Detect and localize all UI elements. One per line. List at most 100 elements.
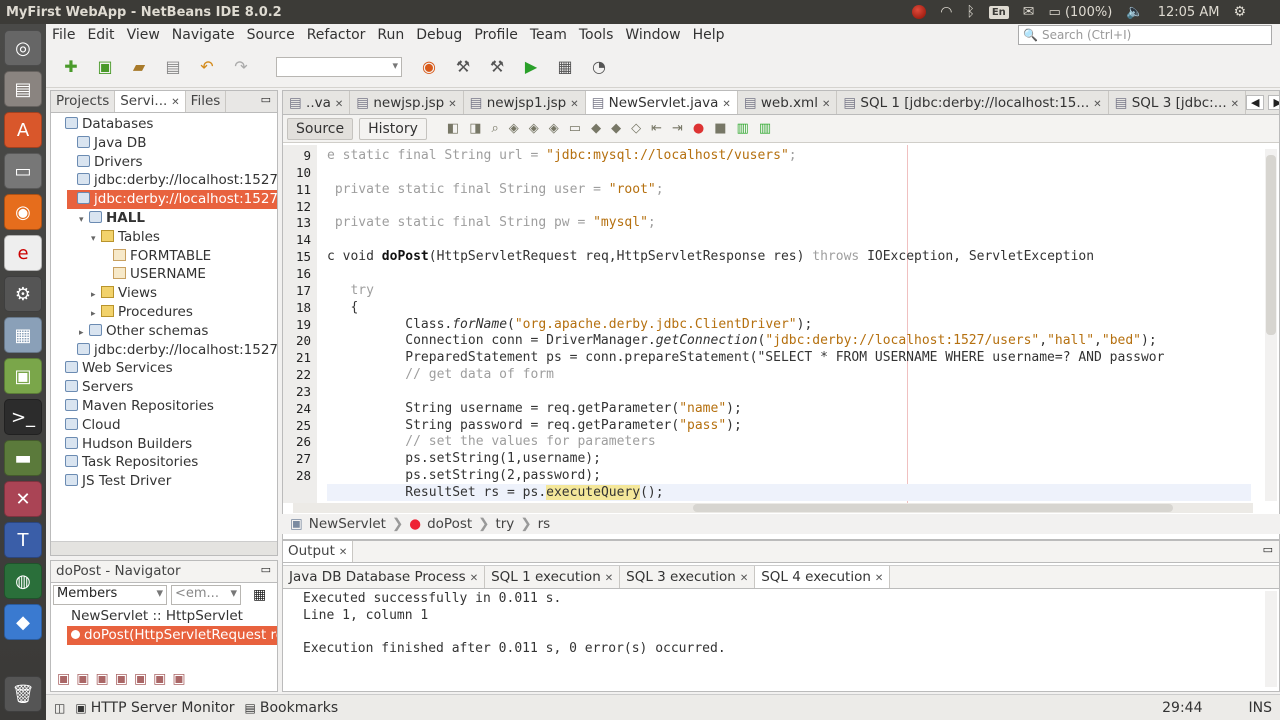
menu-window[interactable]: Window [619, 27, 686, 43]
editor-tab[interactable]: ▤ newjsp.jsp ✕ [350, 91, 464, 114]
start-macro-icon[interactable]: ● [693, 121, 704, 136]
menu-tools[interactable]: Tools [573, 27, 620, 43]
filter-icon[interactable]: ▣ [153, 671, 166, 687]
wifi-icon[interactable]: ◠ [940, 4, 952, 20]
output-tab[interactable]: SQL 4 execution ✕ [755, 566, 891, 588]
close-icon[interactable]: ✕ [339, 547, 347, 558]
next-bookmark-icon[interactable]: ◆ [611, 121, 621, 136]
tree-node[interactable]: ▾ Tables [91, 228, 160, 247]
browser-icon[interactable]: ◉ [416, 54, 442, 80]
new-file-icon[interactable]: ✚ [58, 54, 84, 80]
files-icon[interactable]: ▤ [4, 71, 42, 107]
monitor-icon[interactable]: ▬ [4, 440, 42, 476]
tree-node[interactable]: USERNAME [103, 265, 206, 284]
menu-source[interactable]: Source [241, 27, 301, 43]
menu-run[interactable]: Run [371, 27, 410, 43]
tree-node[interactable]: ▸ Procedures [91, 303, 193, 322]
code-line[interactable] [327, 198, 1251, 215]
code-line[interactable]: e static final String url = "jdbc:mysql:… [327, 147, 1251, 164]
close-icon[interactable]: ✕ [822, 99, 830, 110]
keyboard-language[interactable]: En [988, 5, 1009, 19]
filter-icon[interactable]: ▣ [95, 671, 108, 687]
output-tab[interactable]: Java DB Database Process ✕ [283, 566, 486, 588]
editor-tab[interactable]: ▤ ..va ✕ [283, 91, 351, 114]
software-center-icon[interactable]: A [4, 112, 42, 148]
tree-node[interactable]: Servers [55, 378, 133, 397]
menu-file[interactable]: File [46, 27, 81, 43]
code-line[interactable]: ResultSet rs = ps.executeQuery(); [327, 484, 1251, 501]
close-icon[interactable]: ✕ [740, 573, 748, 584]
tree-node[interactable]: Databases [55, 115, 153, 134]
code-line[interactable] [327, 231, 1251, 248]
clean-build-icon[interactable]: ⚒ [484, 54, 510, 80]
run-icon[interactable]: ▶ [518, 54, 544, 80]
tab-output[interactable]: Output ✕ [283, 541, 354, 562]
toggle-rect-icon[interactable]: ▭ [569, 121, 581, 136]
undo-icon[interactable]: ↶ [194, 54, 220, 80]
shift-left-icon[interactable]: ⇤ [651, 121, 662, 136]
menu-profile[interactable]: Profile [468, 27, 524, 43]
editor-tab[interactable]: ▤ newjsp1.jsp ✕ [464, 91, 586, 114]
status-icon[interactable]: ◫ [54, 701, 65, 715]
filter-icon[interactable]: ▣ [76, 671, 89, 687]
tree-node[interactable]: FORMTABLE [103, 247, 211, 266]
trash-icon[interactable]: 🗑 [4, 676, 42, 712]
code-line[interactable]: private static final String user = "root… [327, 181, 1251, 198]
breadcrumb-var[interactable]: rs [538, 516, 551, 532]
horizontal-scrollbar[interactable] [293, 503, 1253, 513]
save-all-icon[interactable]: ▤ [160, 54, 186, 80]
menu-team[interactable]: Team [524, 27, 573, 43]
battery-indicator[interactable]: ▭ (100%) [1049, 5, 1113, 20]
code-line[interactable]: ps.setString(1,username); [327, 450, 1251, 467]
filter-icon[interactable]: ▣ [172, 671, 185, 687]
history-button[interactable]: History [359, 117, 427, 140]
clock[interactable]: 12:05 AM [1158, 5, 1220, 20]
close-icon[interactable]: ✕ [1231, 99, 1239, 110]
forward-icon[interactable]: ◨ [469, 121, 481, 136]
tree-node[interactable]: ▸ Views [91, 284, 157, 303]
tree-node[interactable]: jdbc:derby://localhost:1527/WA [67, 341, 277, 360]
tools-icon[interactable]: ✕ [4, 481, 42, 517]
shift-right-icon[interactable]: ⇥ [672, 121, 683, 136]
code-line[interactable]: // get data of form [327, 366, 1251, 383]
volume-icon[interactable]: 🔈 [1126, 4, 1143, 20]
code-line[interactable]: String username = req.getParameter("name… [327, 400, 1251, 417]
close-icon[interactable]: ✕ [570, 99, 578, 110]
toggle-highlight-icon[interactable]: ◈ [549, 121, 559, 136]
new-project-icon[interactable]: ▣ [92, 54, 118, 80]
netbeans-icon[interactable]: ▦ [4, 317, 42, 353]
close-icon[interactable]: ✕ [448, 99, 456, 110]
tree-node[interactable]: JS Test Driver [55, 472, 171, 491]
members-filter-select[interactable]: Members ▾ [53, 585, 167, 605]
next-occurrence-icon[interactable]: ◈ [529, 121, 539, 136]
filter-icon[interactable]: ▣ [134, 671, 147, 687]
code-line[interactable] [327, 383, 1251, 400]
minimize-icon[interactable]: ▭ [255, 561, 277, 582]
output-scrollbar[interactable] [1265, 591, 1277, 687]
build-icon[interactable]: ⚒ [450, 54, 476, 80]
editor-tab[interactable]: ▤ NewServlet.java ✕ [585, 91, 738, 114]
breadcrumb-class[interactable]: NewServlet [309, 516, 386, 532]
code-line[interactable]: private static final String pw = "mysql"… [327, 214, 1251, 231]
tree-node[interactable]: Drivers [67, 153, 143, 172]
close-icon[interactable]: ✕ [722, 99, 730, 110]
nav-method-node[interactable]: doPost(HttpServletRequest re [67, 626, 277, 645]
tree-node[interactable]: Hudson Builders [55, 435, 192, 454]
tree-node[interactable]: Cloud [55, 416, 121, 435]
power-gear-icon[interactable]: ⚙ [1233, 4, 1246, 20]
menu-edit[interactable]: Edit [81, 27, 120, 43]
tree-node[interactable]: Java DB [67, 134, 146, 153]
tree-node[interactable]: Task Repositories [55, 453, 198, 472]
archive-icon[interactable]: ▣ [4, 358, 42, 394]
source-button[interactable]: Source [287, 117, 354, 140]
tree-node[interactable]: ▾ HALL [79, 209, 145, 228]
services-tree[interactable]: Databases Java DB Drivers jdbc:derby://loca… [51, 113, 277, 533]
close-icon[interactable]: ✕ [171, 97, 179, 108]
scrollbar-thumb[interactable] [693, 504, 1173, 512]
tab-services[interactable]: Servi... ✕ [115, 91, 186, 112]
config-combo[interactable] [276, 56, 402, 77]
find-icon[interactable]: ⌕ [492, 121, 499, 136]
close-icon[interactable]: ✕ [335, 99, 343, 110]
mail-icon[interactable]: ✉ [1023, 4, 1035, 20]
tree-node[interactable]: ▸ Other schemas [79, 322, 208, 341]
